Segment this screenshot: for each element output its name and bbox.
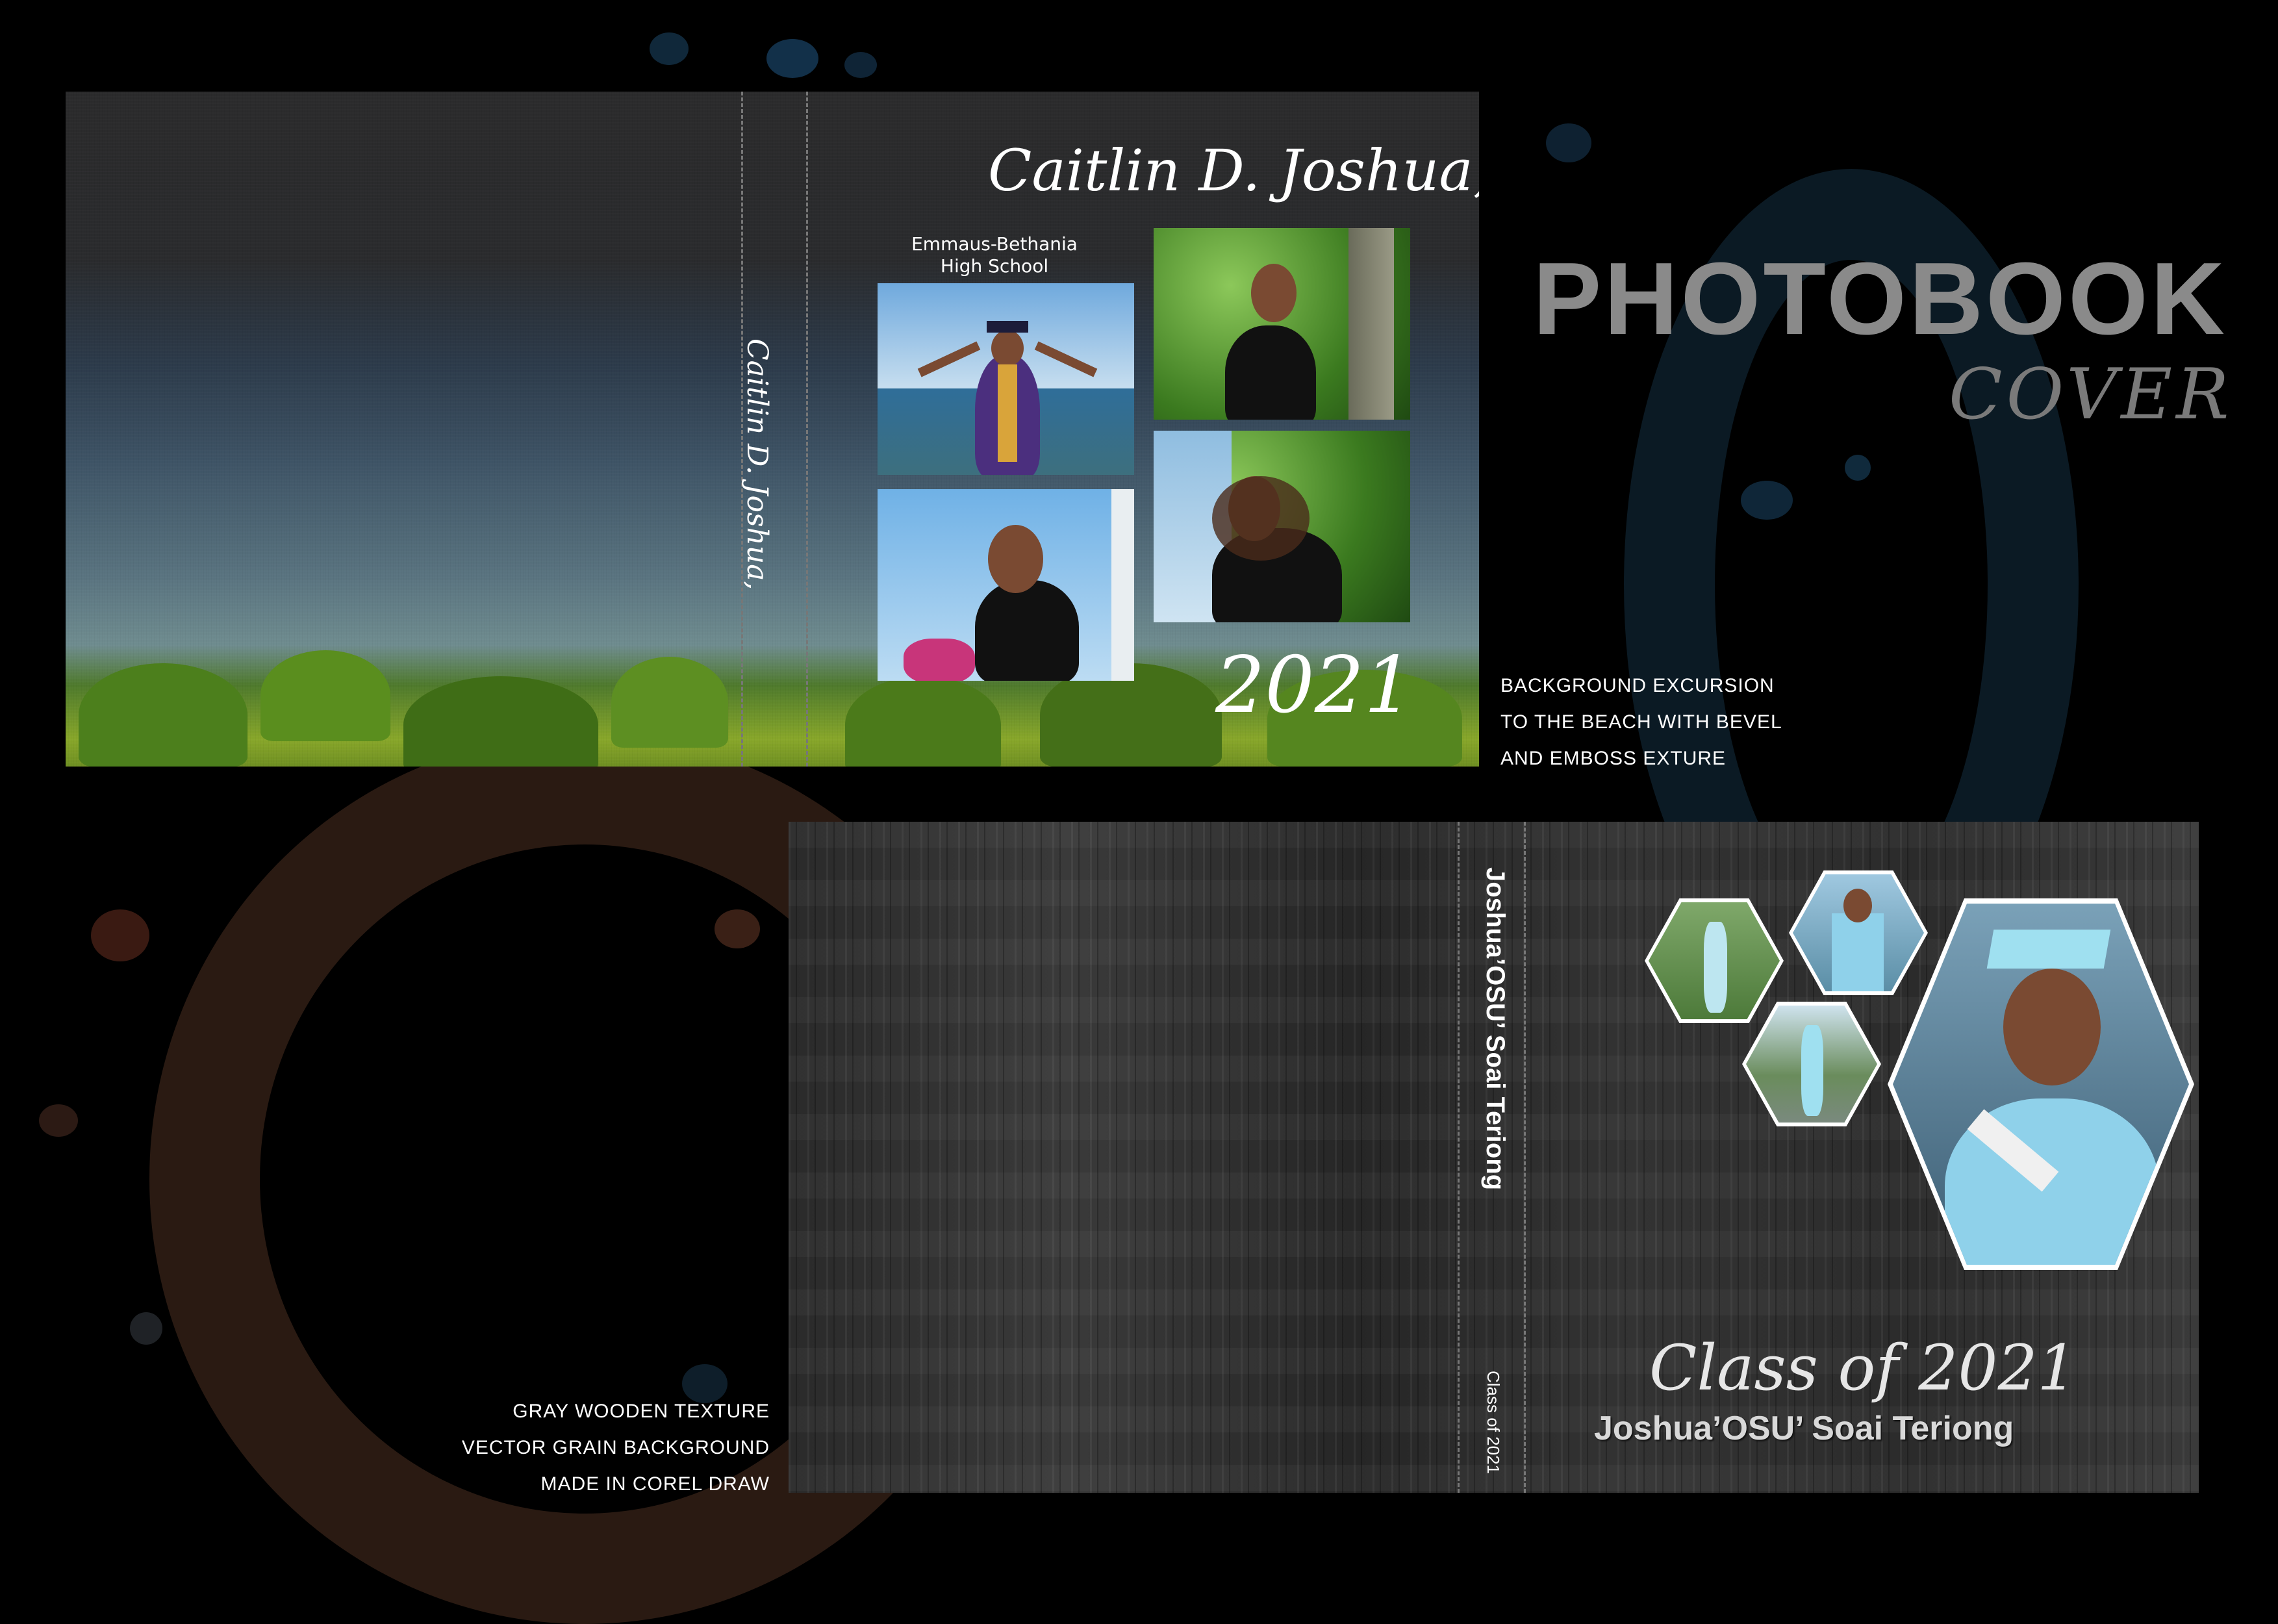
top-cover-description: BACKGROUND EXCURSION TO THE BEACH WITH B…: [1500, 675, 1782, 769]
spine-class: Class of 2021: [1484, 1371, 1503, 1474]
bottom-cover-description: GRAY WOODEN TEXTURE VECTOR GRAIN BACKGRO…: [461, 1401, 770, 1495]
top-photobook-cover: Caitlin D. Joshua, Caitlin D. Joshua, Em…: [66, 92, 1479, 767]
spine-fold-left: [1458, 822, 1460, 1493]
graduate-name: Joshua’OSU’ Soai Teriong: [1594, 1410, 2014, 1447]
tree-photo: [1154, 228, 1410, 420]
photobook-title: PHOTOBOOK: [1533, 242, 2227, 356]
class-of-year-script: Class of 2021: [1649, 1332, 2077, 1404]
bottom-photobook-cover: Joshua’OSU’ Soai Teriong Class of 2021 C…: [789, 822, 2199, 1493]
spine-fold-right: [806, 92, 808, 767]
cover-name-title: Caitlin D. Joshua,: [988, 137, 1479, 204]
beach-portrait-photo: [878, 489, 1134, 681]
spine-name: Caitlin D. Joshua,: [740, 338, 774, 590]
graduation-photo: [878, 283, 1134, 475]
wave-photo: [1154, 431, 1410, 622]
spine-fold-right: [1524, 822, 1526, 1493]
spine-name: Joshua’OSU’ Soai Teriong: [1481, 867, 1510, 1191]
school-name: Emmaus-Bethania High School: [911, 233, 1078, 277]
photobook-subtitle: COVER: [1949, 354, 2233, 435]
cover-year: 2021: [1215, 641, 1414, 731]
